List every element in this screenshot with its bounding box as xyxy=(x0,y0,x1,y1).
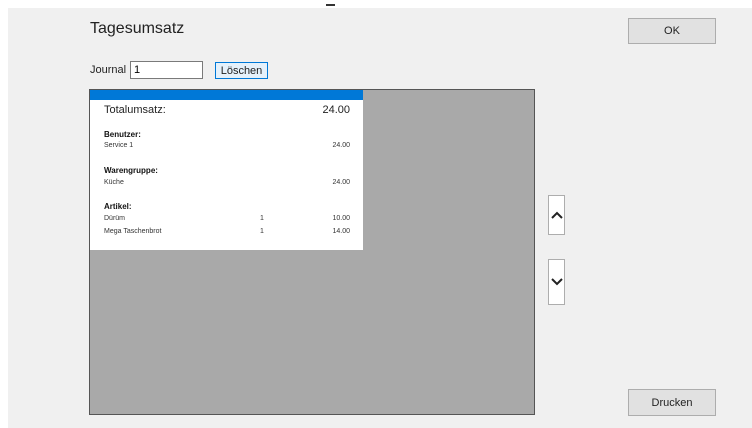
chevron-up-icon xyxy=(550,211,563,219)
group-name: Küche xyxy=(104,179,124,186)
user-row: Service 1 24.00 xyxy=(104,142,350,149)
article-name: Mega Taschenbrot xyxy=(104,228,162,235)
article-name: Dürüm xyxy=(104,215,126,222)
user-amount: 24.00 xyxy=(332,142,350,149)
journal-input[interactable] xyxy=(130,61,203,79)
user-name: Service 1 xyxy=(104,142,134,149)
ok-button[interactable]: OK xyxy=(628,18,716,44)
total-value: 24.00 xyxy=(322,104,350,116)
chevron-down-icon xyxy=(550,278,563,286)
scroll-up-button[interactable] xyxy=(548,195,565,235)
users-heading: Benutzer: xyxy=(104,130,141,139)
article-amount: 10.00 xyxy=(332,215,350,222)
article-amount: 14.00 xyxy=(332,228,350,235)
article-qty: 1 xyxy=(260,228,264,235)
group-heading: Warengruppe: xyxy=(104,166,158,175)
receipt-header-bar xyxy=(90,90,363,100)
total-row: Totalumsatz: 24.00 xyxy=(104,104,350,116)
article-qty: 1 xyxy=(260,215,264,222)
articles-heading: Artikel: xyxy=(104,202,132,211)
receipt: Totalumsatz: 24.00 Benutzer: Service 1 2… xyxy=(90,90,363,250)
article-row: Dürüm 1 10.00 xyxy=(104,215,350,222)
journal-label: Journal xyxy=(90,64,127,76)
group-amount: 24.00 xyxy=(332,179,350,186)
article-row: Mega Taschenbrot 1 14.00 xyxy=(104,228,350,235)
group-row: Küche 24.00 xyxy=(104,179,350,186)
print-button[interactable]: Drucken xyxy=(628,389,716,416)
clear-button[interactable]: Löschen xyxy=(215,62,268,79)
page-title: Tagesumsatz xyxy=(90,20,185,37)
report-preview[interactable]: Totalumsatz: 24.00 Benutzer: Service 1 2… xyxy=(89,89,535,415)
scroll-down-button[interactable] xyxy=(548,259,565,305)
total-label: Totalumsatz: xyxy=(104,104,166,116)
